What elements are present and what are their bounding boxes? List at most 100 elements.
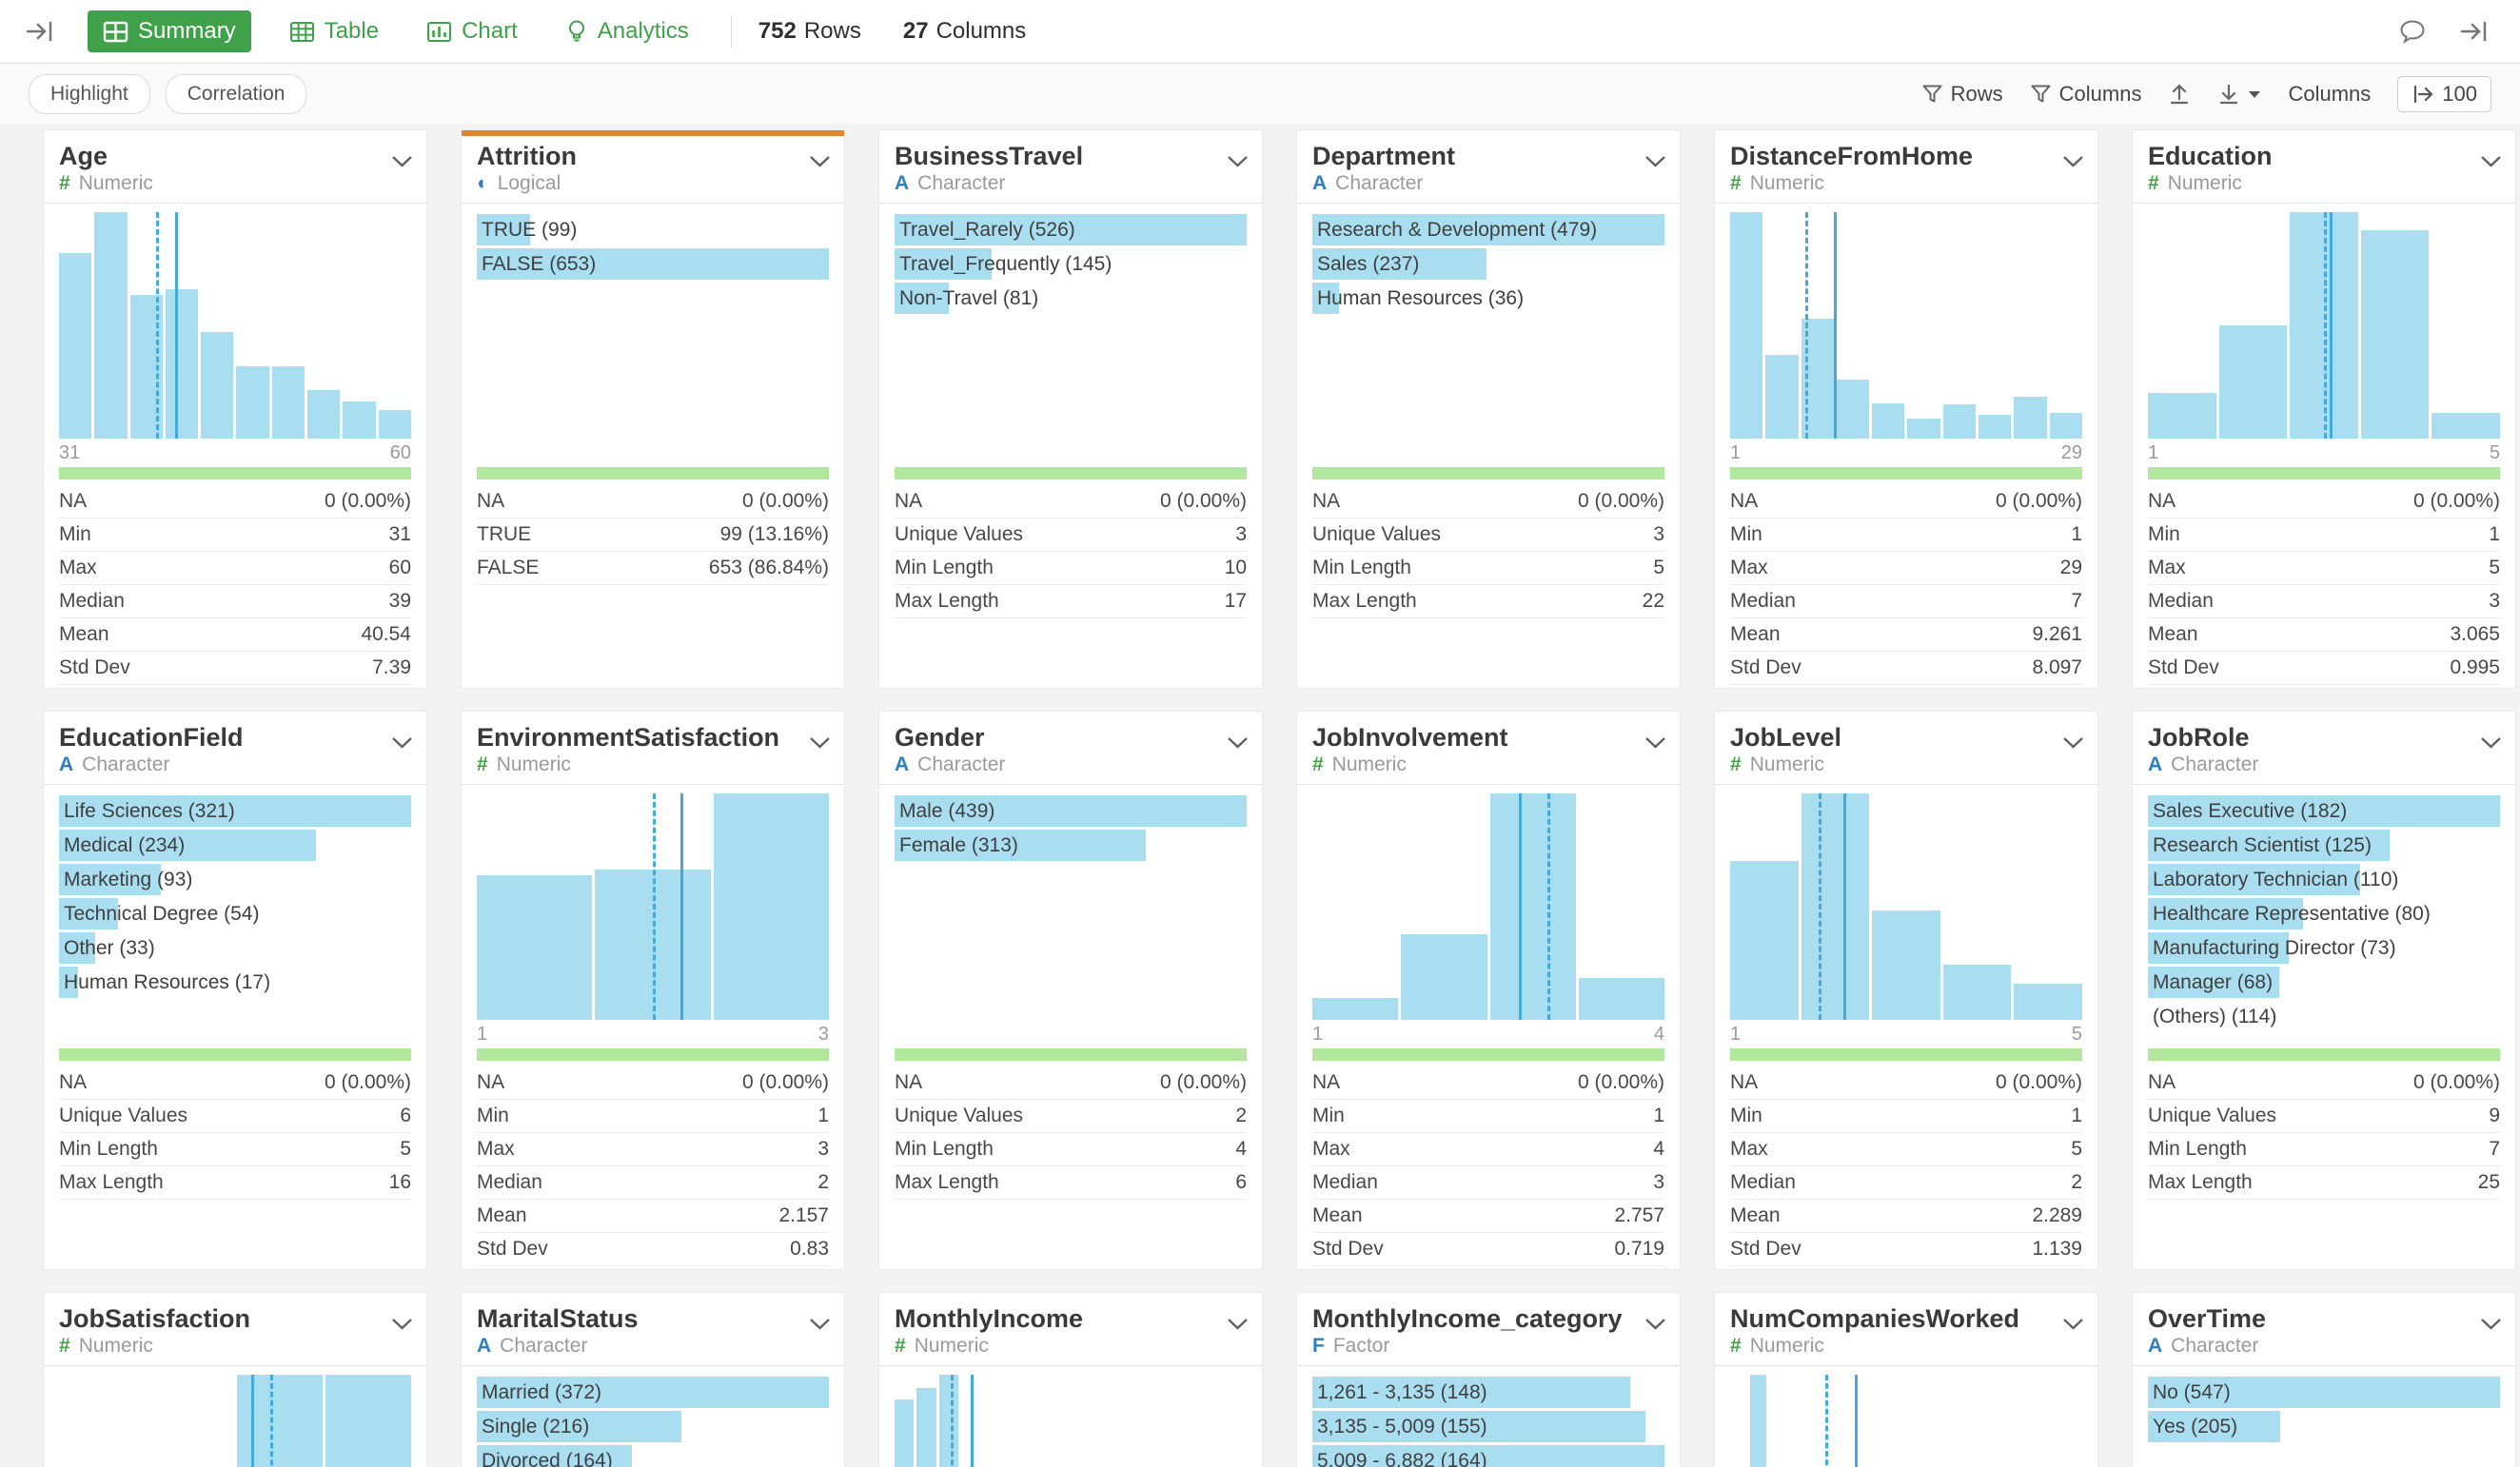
stat-row: NA0 (0.00%) bbox=[1730, 1066, 2082, 1100]
filter-columns-button[interactable]: Columns bbox=[2030, 82, 2142, 107]
category-label: Marketing (93) bbox=[64, 864, 192, 895]
character-type-icon: A bbox=[895, 753, 909, 776]
stat-value: 0 (0.00%) bbox=[1160, 490, 1247, 513]
chevron-down-icon[interactable] bbox=[1644, 736, 1666, 749]
chevron-down-icon[interactable] bbox=[1644, 1318, 1666, 1330]
numeric-type-icon: # bbox=[59, 1335, 70, 1358]
chevron-down-icon[interactable] bbox=[1227, 1318, 1249, 1330]
histogram-bar bbox=[307, 390, 340, 439]
chevron-down-icon[interactable] bbox=[809, 155, 831, 167]
category-label: Male (439) bbox=[899, 795, 994, 827]
card-header-divider bbox=[2133, 1365, 2515, 1366]
numeric-type-icon: # bbox=[895, 1335, 906, 1358]
stat-label: NA bbox=[477, 490, 504, 513]
stat-row: Std Dev8.097 bbox=[1730, 652, 2082, 685]
collapse-sidebar-icon[interactable] bbox=[25, 19, 55, 44]
column-type-label: Numeric bbox=[915, 1335, 989, 1358]
logical-type-icon: ◐ bbox=[477, 172, 489, 195]
download-menu-button[interactable] bbox=[2217, 83, 2261, 106]
chevron-down-icon[interactable] bbox=[391, 736, 413, 749]
column-type-label: Character bbox=[500, 1335, 587, 1358]
chevron-down-icon[interactable] bbox=[809, 736, 831, 749]
histogram-axis: 14 bbox=[1312, 1024, 1664, 1045]
columns-limit-control[interactable]: 100 bbox=[2397, 76, 2491, 112]
highlight-button[interactable]: Highlight bbox=[29, 74, 150, 114]
tab-analytics[interactable]: Analytics bbox=[556, 10, 699, 52]
category-row: TRUE (99) bbox=[477, 214, 829, 245]
axis-max-label: 29 bbox=[2061, 442, 2082, 463]
axis-max-label: 60 bbox=[390, 442, 411, 463]
top-toolbar: Summary Table Chart Analytics 752Rows 27… bbox=[0, 0, 2520, 64]
card-body: 15NA0 (0.00%)Min1Max5Median3Mean3.065Std… bbox=[2133, 212, 2515, 685]
bar-chart-icon bbox=[426, 21, 452, 43]
chevron-down-icon[interactable] bbox=[2062, 1318, 2084, 1330]
chevron-down-icon[interactable] bbox=[2062, 155, 2084, 167]
filter-rows-button[interactable]: Rows bbox=[1921, 82, 2003, 107]
histogram-bar bbox=[1730, 212, 1762, 439]
character-type-icon: A bbox=[895, 172, 909, 195]
category-label: Healthcare Representative (80) bbox=[2153, 898, 2431, 929]
card-body: 13NA0 (0.00%)Min1Max3Median2Mean2.157Std… bbox=[462, 793, 844, 1266]
stat-row: Median39 bbox=[59, 585, 411, 618]
stat-label: Unique Values bbox=[895, 1105, 1023, 1127]
stat-label: Mean bbox=[2148, 623, 2198, 646]
valid-values-bar bbox=[1730, 1048, 2082, 1061]
stat-value: 0 (0.00%) bbox=[325, 490, 411, 513]
category-row: Female (313) bbox=[895, 830, 1247, 861]
tab-chart[interactable]: Chart bbox=[417, 10, 527, 52]
chevron-down-icon[interactable] bbox=[391, 1318, 413, 1330]
card-header-divider bbox=[1297, 784, 1680, 785]
column-type-label: Numeric bbox=[497, 753, 571, 776]
card-header-divider bbox=[462, 784, 844, 785]
correlation-button[interactable]: Correlation bbox=[166, 74, 307, 114]
card-header-divider bbox=[462, 203, 844, 204]
stat-value: 0 (0.00%) bbox=[2413, 490, 2500, 513]
column-type-label: Numeric bbox=[1332, 753, 1407, 776]
stat-label: Max Length bbox=[2148, 1171, 2253, 1194]
stat-label: Unique Values bbox=[2148, 1105, 2276, 1127]
stat-value: 99 (13.16%) bbox=[720, 523, 829, 546]
chevron-down-icon[interactable] bbox=[2480, 155, 2502, 167]
valid-values-bar bbox=[1730, 467, 2082, 479]
card-header-divider bbox=[2133, 203, 2515, 204]
category-row: Manufacturing Director (73) bbox=[2148, 932, 2500, 964]
stat-value: 1 bbox=[1653, 1105, 1664, 1127]
stat-row: Median2 bbox=[1730, 1166, 2082, 1200]
stat-value: 6 bbox=[1235, 1171, 1247, 1194]
histogram-bar bbox=[201, 332, 233, 439]
comment-icon[interactable] bbox=[2398, 18, 2427, 45]
category-row: Male (439) bbox=[895, 795, 1247, 827]
numeric-type-icon: # bbox=[1730, 1335, 1742, 1358]
stat-value: 1 bbox=[2489, 523, 2500, 546]
axis-min-label: 1 bbox=[1312, 1024, 1323, 1045]
card-header-divider bbox=[1715, 203, 2097, 204]
chevron-down-icon[interactable] bbox=[2480, 736, 2502, 749]
tab-summary[interactable]: Summary bbox=[88, 10, 251, 52]
histogram-bar bbox=[939, 1375, 958, 1467]
chevron-down-icon[interactable] bbox=[1227, 155, 1249, 167]
histogram-bar bbox=[272, 366, 305, 439]
valid-values-bar bbox=[2148, 467, 2500, 479]
chevron-down-icon[interactable] bbox=[2480, 1318, 2502, 1330]
column-card-EducationField: EducationFieldACharacterLife Sciences (3… bbox=[43, 711, 427, 1270]
stat-row: Max29 bbox=[1730, 552, 2082, 585]
column-card-Attrition: Attrition◐LogicalTRUE (99)FALSE (653)NA0… bbox=[461, 129, 845, 689]
chevron-down-icon[interactable] bbox=[2062, 736, 2084, 749]
chevron-down-icon[interactable] bbox=[1644, 155, 1666, 167]
column-title: JobInvolvement bbox=[1297, 712, 1680, 752]
stat-label: NA bbox=[59, 1071, 87, 1094]
chevron-down-icon[interactable] bbox=[1227, 736, 1249, 749]
column-type: ACharacter bbox=[44, 753, 426, 776]
category-row: Sales (237) bbox=[1312, 248, 1664, 280]
stat-label: Mean bbox=[1730, 623, 1781, 646]
character-type-icon: A bbox=[2148, 1335, 2162, 1358]
collapse-panel-icon[interactable] bbox=[2459, 19, 2490, 44]
stat-label: Max Length bbox=[1312, 590, 1417, 613]
histogram-bar bbox=[1979, 415, 2011, 439]
column-type: ◐Logical bbox=[462, 172, 844, 195]
chevron-down-icon[interactable] bbox=[391, 155, 413, 167]
stat-value: 1 bbox=[2071, 1105, 2082, 1127]
chevron-down-icon[interactable] bbox=[809, 1318, 831, 1330]
tab-table[interactable]: Table bbox=[280, 10, 388, 52]
upload-icon[interactable] bbox=[2168, 83, 2191, 106]
